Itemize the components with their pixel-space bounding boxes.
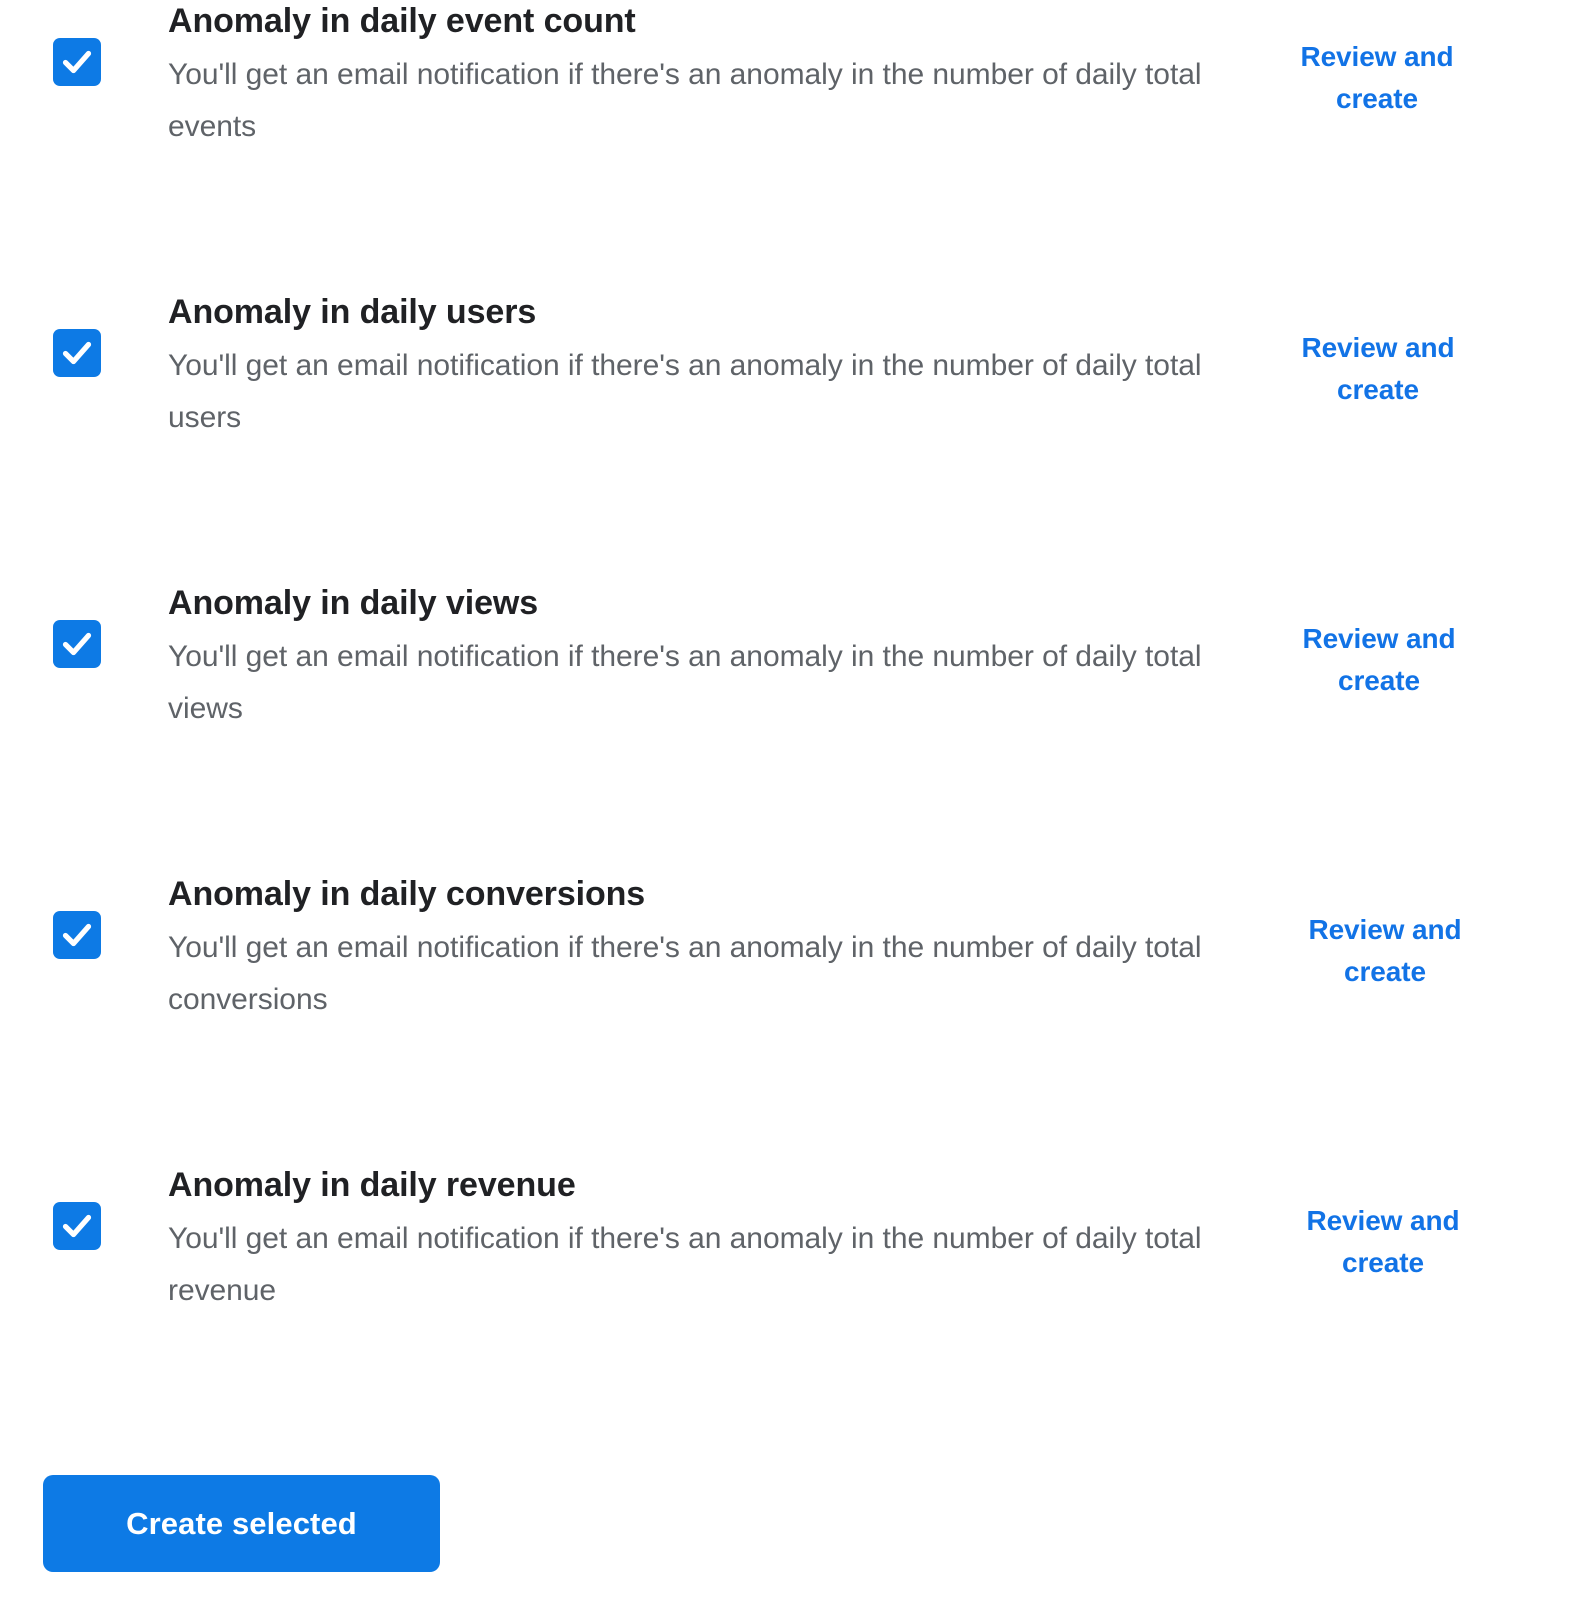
review-and-create-link[interactable]: Review and create [1262, 36, 1492, 120]
alert-checkbox-daily-conversions[interactable] [53, 911, 101, 959]
alert-description: You'll get an email notification if ther… [168, 349, 1202, 434]
alert-checkbox-daily-users[interactable] [53, 329, 101, 377]
anomaly-alert-suggestions-page: Anomaly in daily event count You'll get … [0, 0, 1587, 1600]
alert-title: Anomaly in daily event count [168, 2, 636, 40]
alert-suggestion-row: Anomaly in daily users You'll get an ema… [0, 291, 1587, 582]
alert-suggestion-row: Anomaly in daily views You'll get an ema… [0, 582, 1587, 873]
alert-checkbox-daily-revenue[interactable] [53, 1202, 101, 1250]
alert-suggestion-row: Anomaly in daily conversions You'll get … [0, 873, 1587, 1164]
alert-checkbox-daily-views[interactable] [53, 620, 101, 668]
alert-text-block: Anomaly in daily users You'll get an ema… [168, 291, 1230, 444]
alert-title: Anomaly in daily users [168, 293, 537, 331]
checkmark-icon [62, 1214, 92, 1238]
footer-actions: Create selected [0, 1455, 1587, 1600]
review-and-create-link[interactable]: Review and create [1270, 909, 1500, 993]
checkmark-icon [62, 341, 92, 365]
review-and-create-link[interactable]: Review and create [1263, 327, 1493, 411]
checkmark-icon [62, 632, 92, 656]
alert-title: Anomaly in daily revenue [168, 1166, 576, 1204]
checkmark-icon [62, 923, 92, 947]
alert-description: You'll get an email notification if ther… [168, 931, 1202, 1016]
alert-description: You'll get an email notification if ther… [168, 58, 1202, 143]
alert-checkbox-daily-event-count[interactable] [53, 38, 101, 86]
alert-suggestion-row: Anomaly in daily revenue You'll get an e… [0, 1164, 1587, 1455]
checkmark-icon [62, 50, 92, 74]
alert-title: Anomaly in daily conversions [168, 875, 646, 913]
create-selected-button[interactable]: Create selected [43, 1475, 440, 1572]
alert-text-block: Anomaly in daily revenue You'll get an e… [168, 1164, 1230, 1317]
alert-text-block: Anomaly in daily views You'll get an ema… [168, 582, 1230, 735]
review-and-create-link[interactable]: Review and create [1264, 618, 1494, 702]
alert-text-block: Anomaly in daily event count You'll get … [168, 0, 1230, 153]
alert-suggestion-row: Anomaly in daily event count You'll get … [0, 0, 1587, 291]
alert-text-block: Anomaly in daily conversions You'll get … [168, 873, 1230, 1026]
alert-description: You'll get an email notification if ther… [168, 1222, 1202, 1307]
alert-description: You'll get an email notification if ther… [168, 640, 1202, 725]
review-and-create-link[interactable]: Review and create [1268, 1200, 1498, 1284]
alert-title: Anomaly in daily views [168, 584, 539, 622]
